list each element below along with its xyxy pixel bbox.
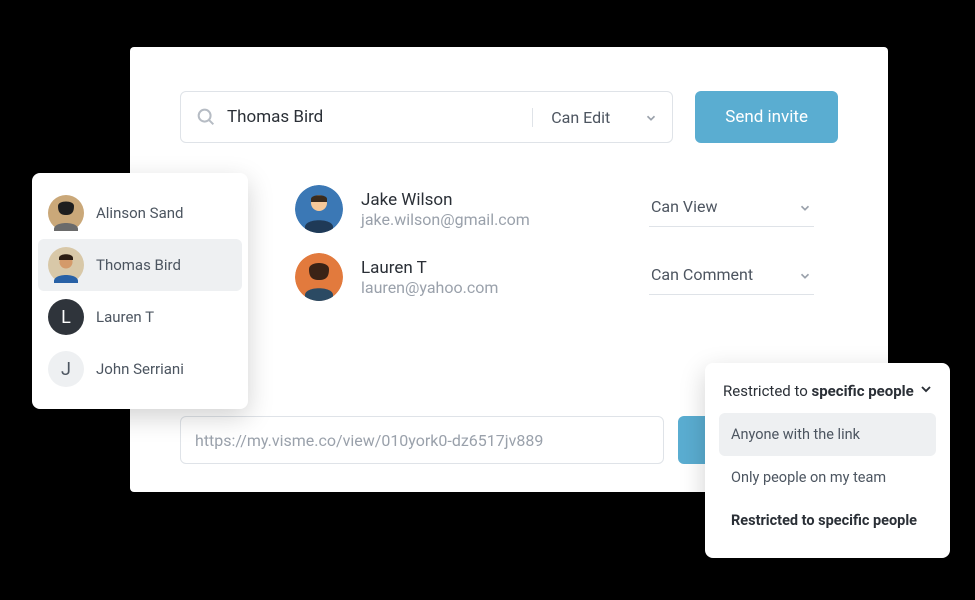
- restriction-popover: Restricted to specific people Anyone wit…: [705, 363, 950, 558]
- restriction-select[interactable]: Restricted to specific people: [719, 377, 936, 413]
- invite-search-box: Can Edit: [180, 91, 673, 143]
- invite-search-input[interactable]: [227, 107, 522, 127]
- avatar: [48, 195, 84, 231]
- suggestions-popover: Alinson Sand Thomas Bird L Lauren T J Jo…: [32, 173, 248, 409]
- invite-row: Can Edit Send invite: [180, 91, 838, 143]
- restriction-option[interactable]: Anyone with the link: [719, 413, 936, 456]
- avatar: [295, 253, 343, 301]
- avatar-initial: J: [61, 359, 71, 380]
- avatar: L: [48, 299, 84, 335]
- suggestion-item[interactable]: J John Serriani: [38, 343, 242, 395]
- chevron-down-icon: [644, 110, 658, 124]
- search-icon: [195, 106, 217, 128]
- restriction-header-text: Restricted to specific people: [723, 382, 914, 400]
- avatar: [48, 247, 84, 283]
- invite-permission-select[interactable]: Can Edit: [532, 108, 672, 127]
- member-name: Jake Wilson: [361, 190, 649, 210]
- member-permission-select[interactable]: Can View: [649, 191, 814, 227]
- suggestion-name: Lauren T: [96, 308, 154, 326]
- share-link-input[interactable]: [180, 416, 664, 464]
- member-row: Lauren T lauren@yahoo.com Can Comment: [295, 253, 814, 301]
- suggestion-item[interactable]: Alinson Sand: [38, 187, 242, 239]
- restriction-option[interactable]: Restricted to specific people: [719, 499, 936, 542]
- restriction-value: specific people: [812, 382, 914, 400]
- suggestion-name: Alinson Sand: [96, 204, 183, 222]
- member-permission-label: Can Comment: [651, 265, 753, 284]
- suggestion-name: John Serriani: [96, 360, 184, 378]
- members-list: Jake Wilson jake.wilson@gmail.com Can Vi…: [180, 185, 838, 301]
- suggestion-item[interactable]: L Lauren T: [38, 291, 242, 343]
- suggestion-item[interactable]: Thomas Bird: [38, 239, 242, 291]
- member-info: Jake Wilson jake.wilson@gmail.com: [361, 190, 649, 229]
- avatar: J: [48, 351, 84, 387]
- chevron-down-icon: [798, 268, 812, 282]
- restriction-option[interactable]: Only people on my team: [719, 456, 936, 499]
- member-info: Lauren T lauren@yahoo.com: [361, 258, 649, 297]
- member-permission-select[interactable]: Can Comment: [649, 259, 814, 295]
- send-invite-button[interactable]: Send invite: [695, 91, 838, 143]
- chevron-down-icon: [918, 381, 934, 401]
- member-email: jake.wilson@gmail.com: [361, 210, 649, 229]
- restriction-prefix: Restricted to: [723, 382, 812, 400]
- member-row: Jake Wilson jake.wilson@gmail.com Can Vi…: [295, 185, 814, 233]
- chevron-down-icon: [798, 200, 812, 214]
- invite-permission-label: Can Edit: [551, 108, 610, 127]
- member-permission-label: Can View: [651, 197, 718, 216]
- member-email: lauren@yahoo.com: [361, 278, 649, 297]
- avatar-initial: L: [61, 307, 71, 328]
- search-left: [181, 106, 532, 128]
- suggestion-name: Thomas Bird: [96, 256, 181, 274]
- member-name: Lauren T: [361, 258, 649, 278]
- avatar: [295, 185, 343, 233]
